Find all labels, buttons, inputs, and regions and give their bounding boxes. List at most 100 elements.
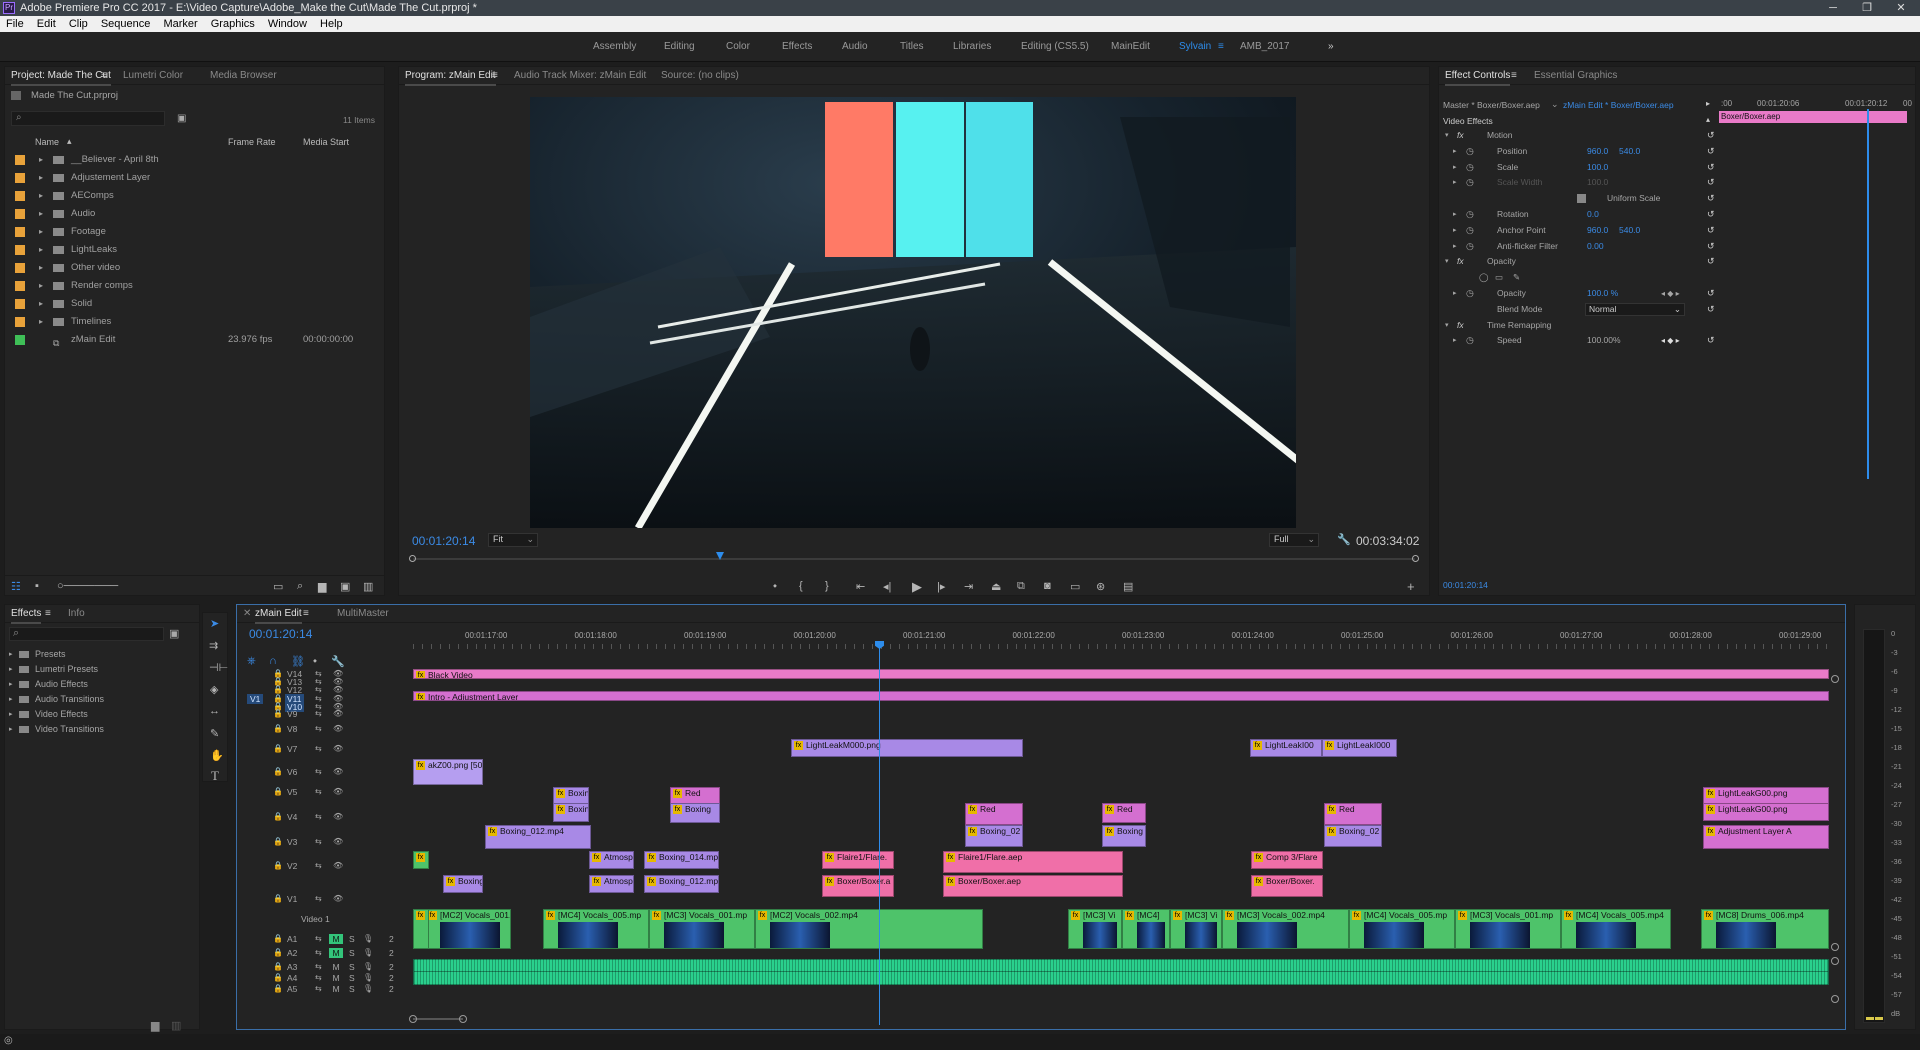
voice-over-mic-icon[interactable]: 🎙 <box>363 934 373 943</box>
effects-folder[interactable]: ▸ Video Transitions <box>5 722 195 737</box>
effect-controls-ruler[interactable]: :00 00:01:20:06 00:01:20:12 00 Boxer/Box… <box>1719 89 1915 479</box>
audio-track-header[interactable]: 🔒 A2 ⇆ M S 🎙 2 <box>237 948 413 958</box>
disclosure-triangle-icon[interactable]: ▸ <box>39 313 43 331</box>
lock-icon[interactable]: 🔒 <box>273 948 283 957</box>
stopwatch-icon[interactable]: ◷ <box>1466 223 1474 239</box>
reset-icon[interactable]: ↺ <box>1707 254 1715 270</box>
col-header-media-start[interactable]: Media Start <box>303 137 349 147</box>
timeline-clip[interactable]: fx Boxing_02 <box>1324 825 1382 847</box>
label-color-swatch[interactable] <box>15 209 25 219</box>
toggle-output-eye-icon[interactable]: 👁 <box>333 861 343 870</box>
vr-video-icon[interactable]: ⊛ <box>1096 580 1105 593</box>
video-track-header[interactable]: 🔒 V6 ⇆ 👁 <box>237 767 413 777</box>
solo-button[interactable]: S <box>349 948 355 958</box>
label-color-swatch[interactable] <box>15 335 25 345</box>
keyframe-nav-icon[interactable]: ◂ ◆ ▸ <box>1661 333 1680 349</box>
fx-badge-icon[interactable]: fx <box>1457 318 1464 334</box>
timeline-clip[interactable]: fx [MC3] Vocals_002.mp4 <box>1222 909 1349 949</box>
timeline-clip[interactable]: fx Boxing_02 <box>965 825 1023 847</box>
export-frame-icon[interactable]: ◙ <box>1044 580 1051 592</box>
disclosure-triangle-icon[interactable]: ▸ <box>1453 333 1457 349</box>
timeline-clip[interactable]: fx LightLeakM000.png <box>791 739 1023 757</box>
project-search-input[interactable]: ⌕ <box>11 111 165 126</box>
voice-over-mic-icon[interactable]: 🎙 <box>363 984 373 993</box>
effects-folder[interactable]: ▸ Video Effects <box>5 707 195 722</box>
timeline-clip[interactable]: fxBoxing_ <box>443 875 483 893</box>
tab-program[interactable]: Program: zMain Edit <box>405 67 496 86</box>
effect-property-row[interactable]: ▾ fx Opacity ↺ <box>1439 254 1719 270</box>
lock-icon[interactable]: 🔒 <box>273 861 283 870</box>
audio-track-header[interactable]: 🔒 A4 ⇆ M S 🎙 2 <box>237 973 413 983</box>
add-marker-icon[interactable]: ⬩ <box>773 580 777 593</box>
toggle-output-eye-icon[interactable]: 👁 <box>333 724 343 733</box>
track-name[interactable]: A4 <box>285 973 299 983</box>
tab-project[interactable]: Project: Made The Cut <box>11 67 111 86</box>
workspace-sylvain[interactable]: Sylvain <box>1179 41 1211 52</box>
reset-icon[interactable]: ↺ <box>1707 175 1715 191</box>
stopwatch-icon[interactable]: ◷ <box>1466 160 1474 176</box>
track-name[interactable]: V5 <box>285 787 299 797</box>
timeline-clip[interactable]: fx Intro - Adjustment Layer <box>413 691 1829 701</box>
label-color-swatch[interactable] <box>15 317 25 327</box>
ec-playhead[interactable] <box>1867 109 1869 479</box>
solo-button[interactable]: S <box>349 984 355 994</box>
menu-edit[interactable]: Edit <box>37 18 56 30</box>
timeline-clip[interactable]: fx Boxing_012.mp <box>644 875 719 893</box>
tab-effects[interactable]: Effects <box>11 605 42 624</box>
tab-essential-graphics[interactable]: Essential Graphics <box>1534 67 1617 85</box>
label-color-swatch[interactable] <box>15 155 25 165</box>
menu-sequence[interactable]: Sequence <box>101 18 151 30</box>
property-value[interactable]: 0.00 <box>1587 239 1604 255</box>
sync-lock-icon[interactable]: ⇆ <box>315 962 322 971</box>
workspace-editing[interactable]: Editing <box>664 41 695 52</box>
lock-icon[interactable]: 🔒 <box>273 685 283 694</box>
effect-property-row[interactable]: ▸ ◷ Scale Width 100.0 ↺ <box>1439 175 1719 191</box>
property-value[interactable]: 0.0 <box>1587 207 1599 223</box>
project-item-row[interactable]: ▸ __Believer - April 8th <box>5 151 380 169</box>
effect-property-row[interactable]: ◯ ▭ ✎ <box>1439 270 1719 286</box>
video-track-header[interactable]: 🔒 V9 ⇆ 👁 <box>237 709 413 719</box>
lock-icon[interactable]: 🔒 <box>273 709 283 718</box>
rectangle-mask-icon[interactable]: ▭ <box>1495 270 1503 286</box>
sync-lock-icon[interactable]: ⇆ <box>315 861 322 870</box>
stopwatch-icon[interactable]: ◷ <box>1466 239 1474 255</box>
sync-lock-icon[interactable]: ⇆ <box>315 709 322 718</box>
tab-zmain-edit[interactable]: zMain Edit <box>255 605 302 624</box>
toggle-output-eye-icon[interactable]: 👁 <box>333 709 343 718</box>
disclosure-triangle-icon[interactable]: ▸ <box>1453 160 1457 176</box>
disclosure-triangle-icon[interactable]: ▸ <box>9 647 13 662</box>
mute-button[interactable]: M <box>329 973 343 983</box>
timeline-clip[interactable]: fx LightLeakG00.png <box>1703 803 1829 821</box>
effect-property-row[interactable]: ▸ ◷ Speed 100.00% ◂ ◆ ▸ ↺ <box>1439 333 1719 349</box>
automate-sequence-icon[interactable]: ▭ <box>273 580 283 593</box>
tab-media-browser[interactable]: Media Browser <box>210 67 277 85</box>
razor-tool-icon[interactable]: ◈ <box>210 683 218 696</box>
sync-lock-icon[interactable]: ⇆ <box>315 744 322 753</box>
reset-icon[interactable]: ↺ <box>1707 160 1715 176</box>
track-name[interactable]: A2 <box>285 948 299 958</box>
timeline-clip[interactable]: fx Atmosp <box>589 875 634 893</box>
stopwatch-icon[interactable]: ◷ <box>1466 175 1474 191</box>
effect-property-row[interactable]: ▸ ◷ Opacity 100.0 % ◂ ◆ ▸ ↺ <box>1439 286 1719 302</box>
timeline-clip[interactable]: fx Flaire1/Flare. <box>822 851 894 869</box>
track-name[interactable]: V6 <box>285 767 299 777</box>
timeline-clip[interactable]: fx LightLeakG00.png <box>1703 787 1829 804</box>
effect-controls-menu-icon[interactable]: ≡ <box>1511 67 1517 85</box>
ec-clip-bar[interactable]: Boxer/Boxer.aep <box>1719 111 1907 123</box>
reset-icon[interactable]: ↺ <box>1707 207 1715 223</box>
project-item-row[interactable]: ▸ LightLeaks <box>5 241 380 259</box>
lock-icon[interactable]: 🔒 <box>273 744 283 753</box>
maximize-button[interactable]: ❐ <box>1852 0 1882 16</box>
close-button[interactable]: ✕ <box>1886 0 1916 16</box>
timeline-clip[interactable]: fx [MC4] Vocals_005.mp <box>1349 909 1455 949</box>
disclosure-triangle-icon[interactable]: ▸ <box>39 187 43 205</box>
program-video-frame[interactable] <box>530 97 1296 528</box>
fx-badge-icon[interactable]: fx <box>1457 128 1464 144</box>
effect-property-row[interactable]: ▸ ◷ Anchor Point 960.0 540.0 ↺ <box>1439 223 1719 239</box>
disclosure-triangle-icon[interactable]: ▾ <box>1445 128 1449 144</box>
track-select-tool-icon[interactable]: ⇉ <box>209 639 218 652</box>
disclosure-triangle-icon[interactable]: ▸ <box>9 677 13 692</box>
property-value[interactable]: 100.0 <box>1587 160 1608 176</box>
timeline-clip[interactable]: fx [MC3] Vi <box>1068 909 1122 949</box>
project-panel-menu-icon[interactable]: ≡ <box>101 67 107 85</box>
